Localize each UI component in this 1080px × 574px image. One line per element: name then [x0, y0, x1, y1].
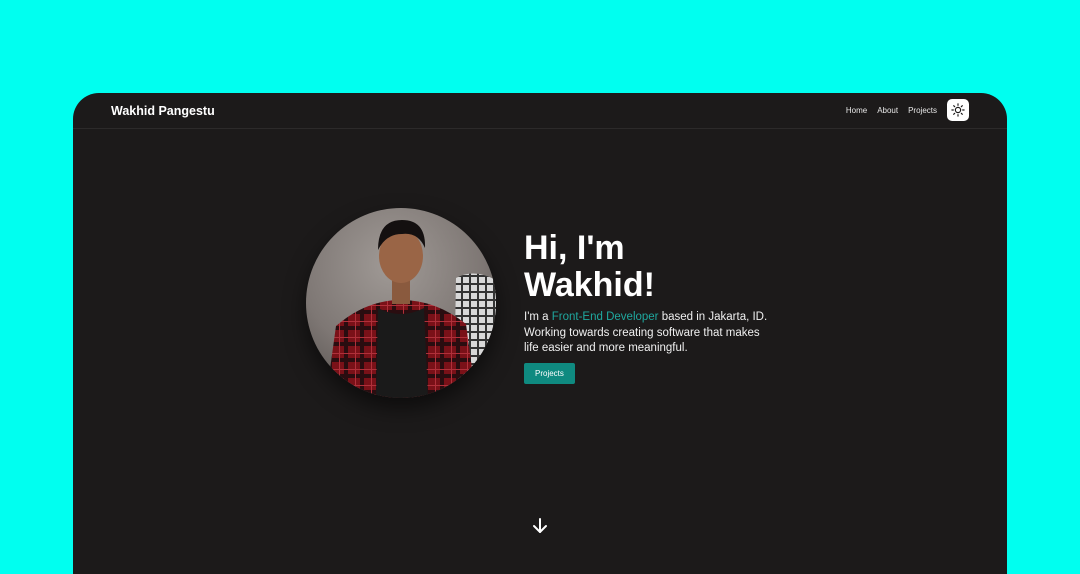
sun-icon — [951, 103, 965, 117]
nav-link-about[interactable]: About — [877, 105, 898, 116]
hero-greeting: Hi, I'm Wakhid! — [524, 230, 784, 304]
browser-frame: Wakhid Pangestu Home About Projects Hi, … — [73, 93, 1007, 574]
bio-highlight: Front-End Developer — [551, 311, 659, 323]
projects-button[interactable]: Projects — [524, 362, 575, 384]
hero-bio: I'm a Front-End Developer based in Jakar… — [524, 310, 774, 357]
profile-photo-illustration — [306, 208, 496, 398]
hero-text: Hi, I'm Wakhid! I'm a Front-End Develope… — [524, 230, 784, 384]
brand-name[interactable]: Wakhid Pangestu — [111, 103, 215, 119]
theme-toggle-button[interactable] — [947, 99, 969, 121]
nav-link-home[interactable]: Home — [846, 105, 867, 116]
nav-links: Home About Projects — [846, 105, 937, 116]
profile-photo — [306, 208, 496, 398]
nav-link-projects[interactable]: Projects — [908, 105, 937, 116]
bio-prefix: I'm a — [524, 311, 552, 323]
arrow-down-icon — [533, 518, 547, 533]
navbar: Wakhid Pangestu Home About Projects — [73, 93, 1007, 129]
scroll-down-button[interactable] — [530, 516, 550, 536]
greeting-line-2: Wakhid! — [524, 266, 655, 304]
greeting-line-1: Hi, I'm — [524, 229, 625, 267]
